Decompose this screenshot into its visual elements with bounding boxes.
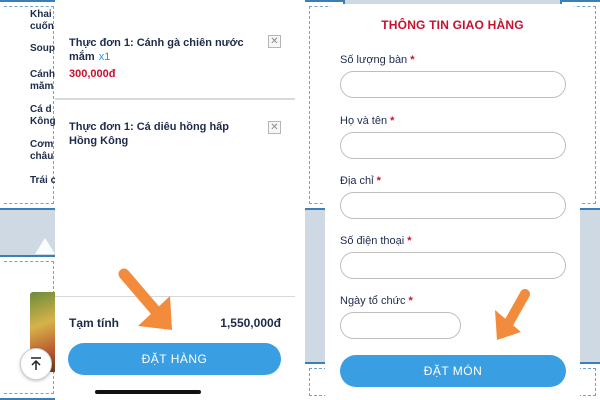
cart-item: Thực đơn 1: Cá diêu hồng hấp Hồng Kông ✕ bbox=[55, 100, 295, 148]
order-button[interactable]: ĐẶT HÀNG bbox=[68, 343, 281, 375]
arrow-up-to-line-icon bbox=[31, 357, 41, 370]
event-date-input[interactable] bbox=[340, 312, 461, 339]
remove-item-icon[interactable]: ✕ bbox=[268, 121, 281, 134]
field-label-full-name: Họ và tên * bbox=[340, 115, 395, 127]
cart-item: Thực đơn 1: Cánh gà chiên nước mắm x1 300… bbox=[55, 0, 295, 100]
required-mark: * bbox=[390, 115, 395, 127]
pointer-arrow-icon bbox=[495, 289, 530, 340]
field-label-event-date: Ngày tổ chức * bbox=[340, 295, 413, 307]
subtotal-label: Tạm tính bbox=[69, 316, 119, 330]
place-order-button[interactable]: ĐẶT MÓN bbox=[340, 355, 566, 387]
cart-item-quantity: x1 bbox=[98, 51, 111, 63]
form-title: THÔNG TIN GIAO HÀNG bbox=[381, 18, 524, 32]
address-input[interactable] bbox=[340, 192, 566, 219]
cart-panel: Thực đơn 1: Cánh gà chiên nước mắm x1 300… bbox=[55, 0, 295, 400]
table-count-input[interactable] bbox=[340, 71, 566, 98]
pointer-arrow-icon bbox=[118, 268, 172, 330]
required-mark: * bbox=[376, 175, 381, 187]
cart-item-name: Thực đơn 1: Cá diêu hồng hấp Hồng Kông bbox=[69, 121, 230, 147]
remove-item-icon[interactable]: ✕ bbox=[268, 35, 281, 48]
full-name-input[interactable] bbox=[340, 132, 566, 159]
required-mark: * bbox=[407, 235, 412, 247]
cart-item-name-text: Thực đơn 1: Cánh gà chiên nước mắm bbox=[69, 37, 244, 63]
screen-separator bbox=[295, 0, 305, 400]
phone-input[interactable] bbox=[340, 252, 566, 279]
right-phone-screen: THÔNG TIN GIAO HÀNG Số lượng bàn * Họ và … bbox=[305, 0, 600, 400]
field-label-table-count: Số lượng bàn * bbox=[340, 54, 415, 66]
cart-item-price: 300,000đ bbox=[69, 68, 116, 80]
field-label-address: Địa chỉ * bbox=[340, 175, 381, 187]
field-label-phone: Số điện thoại * bbox=[340, 235, 412, 247]
home-indicator bbox=[95, 390, 201, 394]
decorative-triangle bbox=[35, 238, 55, 254]
scroll-to-top-button[interactable] bbox=[20, 348, 52, 380]
left-phone-screen: Khai cuốn Soup Cánh mắm Cá d Kông Cơm ch… bbox=[0, 0, 295, 400]
required-mark: * bbox=[410, 54, 415, 66]
subtotal-value: 1,550,000đ bbox=[220, 316, 281, 330]
required-mark: * bbox=[408, 295, 413, 307]
delivery-form: THÔNG TIN GIAO HÀNG Số lượng bàn * Họ và … bbox=[325, 4, 580, 400]
cart-item-name: Thực đơn 1: Cánh gà chiên nước mắm x1 bbox=[69, 36, 259, 64]
